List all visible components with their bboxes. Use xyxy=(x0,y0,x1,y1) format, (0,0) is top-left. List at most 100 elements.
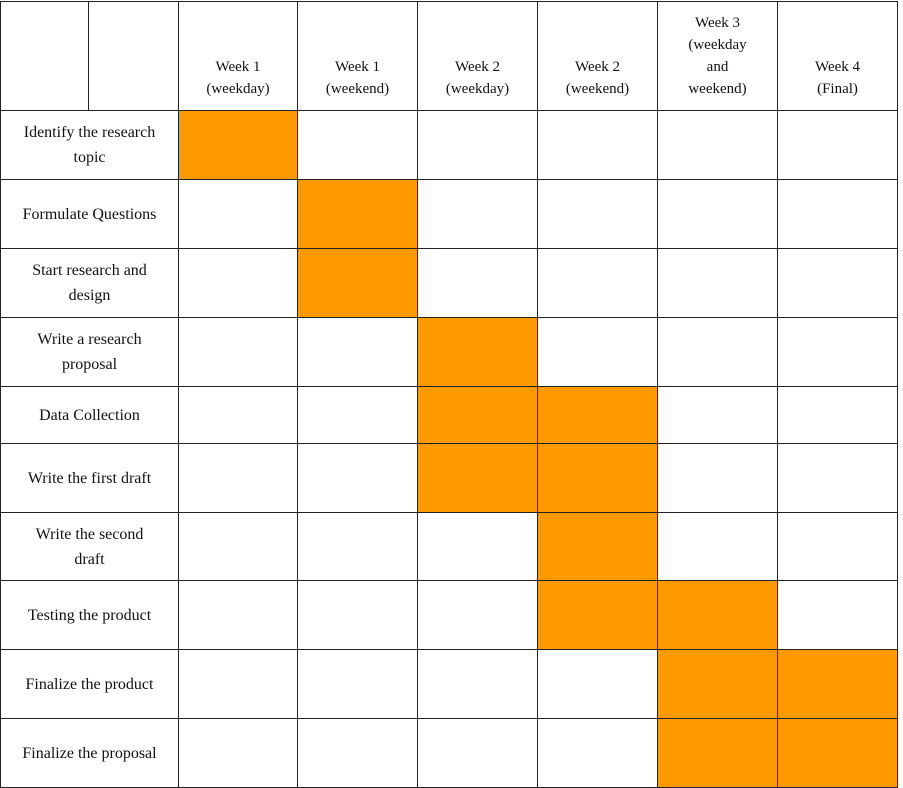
column-header-label: Week 1 (weekend) xyxy=(325,59,390,97)
empty-cell xyxy=(297,386,418,444)
empty-cell xyxy=(297,110,418,180)
task-label-text: Testing the product xyxy=(27,606,152,624)
task-label: Data Collection xyxy=(0,386,179,444)
empty-cell xyxy=(777,443,898,513)
task-bar-cell xyxy=(178,110,298,180)
column-header: Week 2 (weekend) xyxy=(537,1,658,111)
task-label: Write the second draft xyxy=(0,512,179,581)
empty-cell xyxy=(178,580,298,650)
task-bar-cell xyxy=(777,718,898,788)
empty-cell xyxy=(178,512,298,581)
empty-cell xyxy=(178,718,298,788)
empty-cell xyxy=(777,317,898,387)
column-header: Week 2 (weekday) xyxy=(417,1,538,111)
task-bar-cell xyxy=(537,386,658,444)
empty-cell xyxy=(417,649,538,719)
task-row: Testing the product xyxy=(0,580,898,650)
task-row: Data Collection xyxy=(0,386,898,444)
empty-cell xyxy=(178,443,298,513)
empty-cell xyxy=(417,248,538,318)
column-header-label: Week 2 (weekend) xyxy=(565,59,630,97)
task-label: Write a research proposal xyxy=(0,317,179,387)
gantt-table: Week 1 (weekday) Week 1 (weekend) Week 2 (… xyxy=(0,1,898,788)
empty-cell xyxy=(417,512,538,581)
empty-cell xyxy=(537,179,658,249)
empty-cell xyxy=(537,317,658,387)
empty-cell xyxy=(297,512,418,581)
task-bar-cell xyxy=(417,386,538,444)
task-row: Write the second draft xyxy=(0,512,898,581)
empty-cell xyxy=(657,443,778,513)
task-row: Write the first draft xyxy=(0,443,898,513)
empty-cell xyxy=(537,718,658,788)
task-label-text: Write the first draft xyxy=(27,469,152,487)
task-bar-cell xyxy=(417,317,538,387)
task-bar-cell xyxy=(657,649,778,719)
empty-cell xyxy=(297,718,418,788)
corner-cell-right xyxy=(88,1,179,111)
task-bar-cell xyxy=(537,580,658,650)
task-label: Write the first draft xyxy=(0,443,179,513)
empty-cell xyxy=(777,248,898,318)
empty-cell xyxy=(417,179,538,249)
task-row: Finalize the proposal xyxy=(0,718,898,788)
task-bar-cell xyxy=(297,248,418,318)
empty-cell xyxy=(297,317,418,387)
empty-cell xyxy=(657,179,778,249)
empty-cell xyxy=(178,248,298,318)
header-row: Week 1 (weekday) Week 1 (weekend) Week 2 (… xyxy=(0,1,898,111)
empty-cell xyxy=(178,179,298,249)
task-bar-cell xyxy=(657,580,778,650)
empty-cell xyxy=(657,386,778,444)
empty-cell xyxy=(657,317,778,387)
task-label: Formulate Questions xyxy=(0,179,179,249)
column-header: Week 3 (weekday and weekend) xyxy=(657,1,778,111)
task-label: Identify the research topic xyxy=(0,110,179,180)
task-bar-cell xyxy=(417,443,538,513)
task-bar-cell xyxy=(537,443,658,513)
empty-cell xyxy=(178,386,298,444)
column-header-label: Week 4 (Final) xyxy=(814,59,861,97)
task-row: Write a research proposal xyxy=(0,317,898,387)
task-label-text: Finalize the product xyxy=(25,675,154,693)
empty-cell xyxy=(777,512,898,581)
empty-cell xyxy=(537,649,658,719)
task-bar-cell xyxy=(657,718,778,788)
empty-cell xyxy=(777,386,898,444)
column-header-label: Week 3 (weekday and weekend) xyxy=(688,15,747,97)
empty-cell xyxy=(537,110,658,180)
column-header-label: Week 1 (weekday) xyxy=(206,59,270,97)
empty-cell xyxy=(657,110,778,180)
task-row: Finalize the product xyxy=(0,649,898,719)
empty-cell xyxy=(178,317,298,387)
task-label-text: Finalize the proposal xyxy=(22,744,157,762)
empty-cell xyxy=(178,649,298,719)
column-header-label: Week 2 (weekday) xyxy=(445,59,510,97)
empty-cell xyxy=(777,179,898,249)
task-row: Formulate Questions xyxy=(0,179,898,249)
task-row: Start research and design xyxy=(0,248,898,318)
task-label: Finalize the product xyxy=(0,649,179,719)
empty-cell xyxy=(657,512,778,581)
empty-cell xyxy=(777,110,898,180)
column-header: Week 4 (Final) xyxy=(777,1,898,111)
task-row: Identify the research topic xyxy=(0,110,898,180)
task-label-text: Data Collection xyxy=(39,406,140,424)
task-label-text: Write a research proposal xyxy=(37,331,142,373)
task-bar-cell xyxy=(777,649,898,719)
task-bar-cell xyxy=(537,512,658,581)
task-label: Testing the product xyxy=(0,580,179,650)
task-label-text: Start research and design xyxy=(32,262,147,304)
empty-cell xyxy=(297,649,418,719)
task-label: Start research and design xyxy=(0,248,179,318)
task-label-text: Write the second draft xyxy=(35,525,144,568)
empty-cell xyxy=(417,580,538,650)
task-bar-cell xyxy=(297,179,418,249)
empty-cell xyxy=(657,248,778,318)
corner-cell-left xyxy=(0,1,89,111)
task-label-text: Formulate Questions xyxy=(22,205,157,223)
column-header: Week 1 (weekend) xyxy=(297,1,418,111)
empty-cell xyxy=(777,580,898,650)
empty-cell xyxy=(297,443,418,513)
task-label-text: Identify the research topic xyxy=(23,124,156,166)
